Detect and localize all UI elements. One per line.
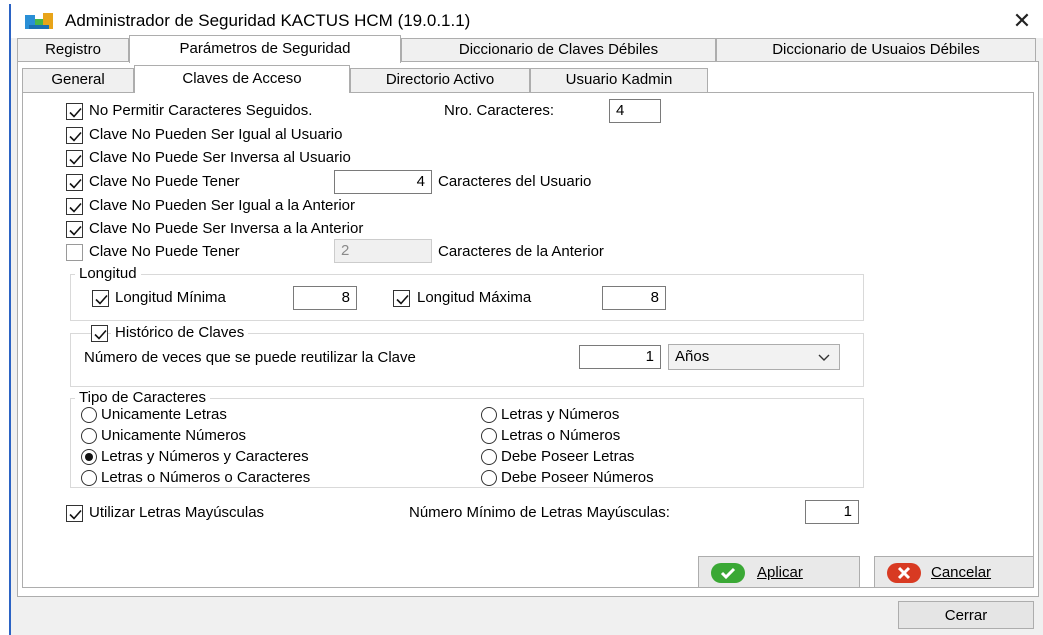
radio-letras-o-numeros-o-caracteres[interactable] bbox=[81, 470, 97, 486]
reuse-label: Número de veces que se puede reutilizar … bbox=[84, 349, 416, 366]
tab-label: General bbox=[51, 71, 105, 88]
radio-label: Debe Poseer Letras bbox=[501, 448, 635, 465]
tener-usuario-checkbox[interactable] bbox=[66, 174, 83, 191]
tab-label: Usuario Kadmin bbox=[565, 71, 673, 88]
cancelar-label-text: Cancelar bbox=[931, 564, 992, 581]
aplicar-label-text: Aplicar bbox=[757, 564, 803, 581]
radio-label: Letras y Números bbox=[501, 406, 620, 423]
tab-diccionario-usuarios[interactable]: Diccionario de Usuaios Débiles bbox=[716, 38, 1036, 62]
radio-label: Letras o Números bbox=[501, 427, 621, 444]
tab-label: Registro bbox=[45, 41, 101, 58]
tener-usuario-input[interactable]: 4 bbox=[334, 170, 432, 194]
tener-usuario-label: Clave No Puede Tener bbox=[89, 173, 240, 190]
tab-directorio-activo[interactable]: Directorio Activo bbox=[350, 68, 530, 92]
cancelar-button[interactable]: Cancelar bbox=[874, 556, 1034, 588]
no-seguidos-checkbox[interactable] bbox=[66, 103, 83, 120]
tab-label: Diccionario de Usuaios Débiles bbox=[772, 41, 980, 58]
tener-anterior-input[interactable]: 2 bbox=[334, 239, 432, 263]
tab-content: General Claves de Acceso Directorio Acti… bbox=[17, 61, 1039, 597]
historico-checkbox[interactable] bbox=[91, 325, 108, 342]
longitud-maxima-checkbox[interactable] bbox=[393, 290, 410, 307]
tab-label: Diccionario de Claves Débiles bbox=[458, 41, 659, 58]
tab-diccionario-claves[interactable]: Diccionario de Claves Débiles bbox=[401, 38, 716, 62]
inversa-anterior-checkbox[interactable] bbox=[66, 221, 83, 238]
period-select-value: Años bbox=[675, 348, 710, 365]
tab-claves-acceso[interactable]: Claves de Acceso bbox=[134, 65, 350, 93]
tab-label: Directorio Activo bbox=[385, 71, 495, 88]
min-mayusculas-label: Número Mínimo de Letras Mayúsculas: bbox=[409, 504, 670, 521]
claves-panel: No Permitir Caracteres Seguidos. Nro. Ca… bbox=[22, 92, 1034, 588]
igual-usuario-checkbox[interactable] bbox=[66, 127, 83, 144]
period-select[interactable]: Años bbox=[668, 344, 840, 370]
cancelar-label: Cancelar bbox=[931, 564, 991, 581]
longitud-minima-input[interactable]: 8 bbox=[293, 286, 357, 310]
longitud-maxima-label: Longitud Máxima bbox=[417, 289, 532, 306]
check-icon bbox=[711, 563, 745, 583]
tener-usuario-suffix: Caracteres del Usuario bbox=[438, 173, 592, 190]
tab-general[interactable]: General bbox=[22, 68, 134, 92]
title-bar: Administrador de Seguridad KACTUS HCM (1… bbox=[11, 4, 1043, 38]
mayusculas-checkbox[interactable] bbox=[66, 505, 83, 522]
tener-anterior-label: Clave No Puede Tener bbox=[89, 243, 240, 260]
tab-label: Parámetros de Seguridad bbox=[179, 40, 351, 57]
reuse-count-input[interactable]: 1 bbox=[579, 345, 661, 369]
radio-unicamente-numeros[interactable] bbox=[81, 428, 97, 444]
x-icon bbox=[887, 563, 921, 583]
window-title: Administrador de Seguridad KACTUS HCM (1… bbox=[65, 11, 471, 30]
tab-parametros-seguridad[interactable]: Parámetros de Seguridad bbox=[129, 35, 401, 63]
aplicar-button[interactable]: Aplicar bbox=[698, 556, 860, 588]
min-mayusculas-input[interactable]: 1 bbox=[805, 500, 859, 524]
no-seguidos-label: No Permitir Caracteres Seguidos. bbox=[89, 102, 313, 119]
close-icon[interactable]: ✕ bbox=[1009, 8, 1035, 34]
top-tab-strip: Registro Parámetros de Seguridad Diccion… bbox=[11, 35, 1043, 63]
radio-letras-numeros-caracteres[interactable] bbox=[81, 449, 97, 465]
historico-label: Histórico de Claves bbox=[111, 324, 249, 341]
tipo-caracteres-legend: Tipo de Caracteres bbox=[75, 389, 211, 406]
radio-label: Letras o Números o Caracteres bbox=[101, 469, 311, 486]
radio-letras-o-numeros[interactable] bbox=[481, 428, 497, 444]
longitud-minima-checkbox[interactable] bbox=[92, 290, 109, 307]
radio-debe-poseer-numeros[interactable] bbox=[481, 470, 497, 486]
mayusculas-label: Utilizar Letras Mayúsculas bbox=[89, 504, 265, 521]
chevron-down-icon bbox=[817, 345, 831, 377]
security-admin-window: Administrador de Seguridad KACTUS HCM (1… bbox=[9, 4, 1043, 635]
nro-caracteres-label: Nro. Caracteres: bbox=[444, 102, 555, 119]
app-icon bbox=[25, 13, 53, 31]
radio-label: Debe Poseer Números bbox=[501, 469, 654, 486]
tener-anterior-suffix: Caracteres de la Anterior bbox=[438, 243, 604, 260]
radio-letras-y-numeros[interactable] bbox=[481, 407, 497, 423]
igual-anterior-label: Clave No Pueden Ser Igual a la Anterior bbox=[89, 197, 355, 214]
radio-label: Unicamente Letras bbox=[101, 406, 227, 423]
radio-label: Letras y Números y Caracteres bbox=[101, 448, 309, 465]
tab-label: Claves de Acceso bbox=[182, 70, 302, 87]
nro-caracteres-input[interactable]: 4 bbox=[609, 99, 661, 123]
cerrar-button[interactable]: Cerrar bbox=[898, 601, 1034, 629]
aplicar-label: Aplicar bbox=[757, 564, 803, 581]
sub-tab-strip: General Claves de Acceso Directorio Acti… bbox=[22, 65, 722, 93]
igual-usuario-label: Clave No Pueden Ser Igual al Usuario bbox=[89, 126, 343, 143]
radio-label: Unicamente Números bbox=[101, 427, 247, 444]
tab-usuario-kadmin[interactable]: Usuario Kadmin bbox=[530, 68, 708, 92]
igual-anterior-checkbox[interactable] bbox=[66, 198, 83, 215]
inversa-anterior-label: Clave No Puede Ser Inversa a la Anterior bbox=[89, 220, 364, 237]
inversa-usuario-checkbox[interactable] bbox=[66, 150, 83, 167]
longitud-legend: Longitud bbox=[75, 265, 141, 282]
radio-unicamente-letras[interactable] bbox=[81, 407, 97, 423]
longitud-maxima-input[interactable]: 8 bbox=[602, 286, 666, 310]
tener-anterior-checkbox[interactable] bbox=[66, 244, 83, 261]
cerrar-label: Cerrar bbox=[944, 607, 988, 624]
longitud-minima-label: Longitud Mínima bbox=[115, 289, 226, 306]
tab-registro[interactable]: Registro bbox=[17, 38, 129, 62]
radio-debe-poseer-letras[interactable] bbox=[481, 449, 497, 465]
inversa-usuario-label: Clave No Puede Ser Inversa al Usuario bbox=[89, 149, 351, 166]
